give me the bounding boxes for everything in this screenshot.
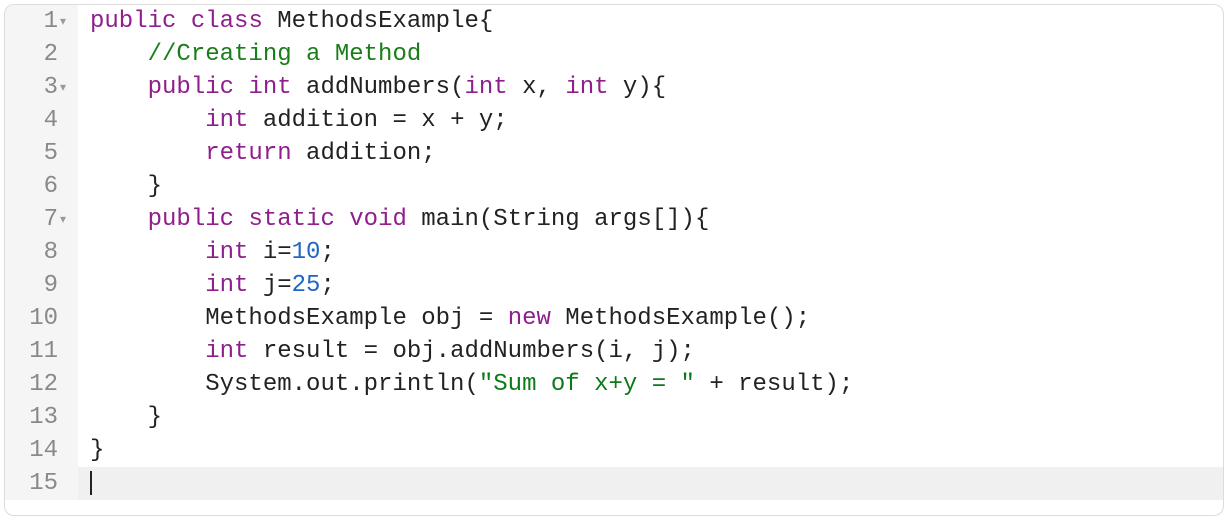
fold-gutter xyxy=(60,38,78,71)
fold-gutter xyxy=(60,335,78,368)
code-text[interactable]: int i=10; xyxy=(78,236,335,269)
code-text[interactable]: } xyxy=(78,434,104,467)
code-line[interactable]: 13 } xyxy=(5,401,1223,434)
fold-gutter xyxy=(60,269,78,302)
code-editor[interactable]: 1 ▾ public class MethodsExample{ 2 //Cre… xyxy=(4,4,1224,516)
code-line[interactable]: 7 ▾ public static void main(String args[… xyxy=(5,203,1223,236)
code-line[interactable]: 5 return addition; xyxy=(5,137,1223,170)
fold-toggle[interactable]: ▾ xyxy=(60,203,78,236)
fold-gutter xyxy=(60,467,78,500)
line-number: 4 xyxy=(5,104,60,137)
code-text[interactable]: int result = obj.addNumbers(i, j); xyxy=(78,335,695,368)
code-text[interactable]: int addition = x + y; xyxy=(78,104,508,137)
code-text[interactable]: int j=25; xyxy=(78,269,335,302)
code-line[interactable]: 4 int addition = x + y; xyxy=(5,104,1223,137)
line-number: 11 xyxy=(5,335,60,368)
code-text[interactable]: public class MethodsExample{ xyxy=(78,5,493,38)
code-text[interactable]: return addition; xyxy=(78,137,436,170)
code-line[interactable]: 9 int j=25; xyxy=(5,269,1223,302)
code-line[interactable]: 1 ▾ public class MethodsExample{ xyxy=(5,5,1223,38)
line-number: 5 xyxy=(5,137,60,170)
fold-toggle[interactable]: ▾ xyxy=(60,5,78,38)
line-number: 12 xyxy=(5,368,60,401)
fold-gutter xyxy=(60,368,78,401)
fold-gutter xyxy=(60,302,78,335)
code-line[interactable]: 10 MethodsExample obj = new MethodsExamp… xyxy=(5,302,1223,335)
code-text[interactable]: public static void main(String args[]){ xyxy=(78,203,709,236)
line-number: 15 xyxy=(5,467,60,500)
line-number: 10 xyxy=(5,302,60,335)
line-number: 14 xyxy=(5,434,60,467)
line-number: 7 xyxy=(5,203,60,236)
code-text[interactable]: } xyxy=(78,401,162,434)
code-line-active[interactable]: 15 xyxy=(5,467,1223,500)
fold-gutter xyxy=(60,170,78,203)
line-number: 6 xyxy=(5,170,60,203)
code-text[interactable]: //Creating a Method xyxy=(78,38,421,71)
code-line[interactable]: 2 //Creating a Method xyxy=(5,38,1223,71)
fold-gutter xyxy=(60,401,78,434)
code-line[interactable]: 3 ▾ public int addNumbers(int x, int y){ xyxy=(5,71,1223,104)
code-line[interactable]: 6 } xyxy=(5,170,1223,203)
line-number: 3 xyxy=(5,71,60,104)
code-text[interactable]: public int addNumbers(int x, int y){ xyxy=(78,71,666,104)
code-line[interactable]: 11 int result = obj.addNumbers(i, j); xyxy=(5,335,1223,368)
line-number: 9 xyxy=(5,269,60,302)
code-line[interactable]: 12 System.out.println("Sum of x+y = " + … xyxy=(5,368,1223,401)
line-number: 13 xyxy=(5,401,60,434)
fold-gutter xyxy=(60,236,78,269)
text-cursor xyxy=(90,471,92,495)
code-text[interactable] xyxy=(78,467,92,500)
code-text[interactable]: } xyxy=(78,170,162,203)
code-line[interactable]: 14 } xyxy=(5,434,1223,467)
line-number: 2 xyxy=(5,38,60,71)
fold-gutter xyxy=(60,104,78,137)
code-line[interactable]: 8 int i=10; xyxy=(5,236,1223,269)
fold-toggle[interactable]: ▾ xyxy=(60,71,78,104)
line-number: 8 xyxy=(5,236,60,269)
fold-gutter xyxy=(60,137,78,170)
code-text[interactable]: MethodsExample obj = new MethodsExample(… xyxy=(78,302,810,335)
code-text[interactable]: System.out.println("Sum of x+y = " + res… xyxy=(78,368,853,401)
line-number: 1 xyxy=(5,5,60,38)
fold-gutter xyxy=(60,434,78,467)
